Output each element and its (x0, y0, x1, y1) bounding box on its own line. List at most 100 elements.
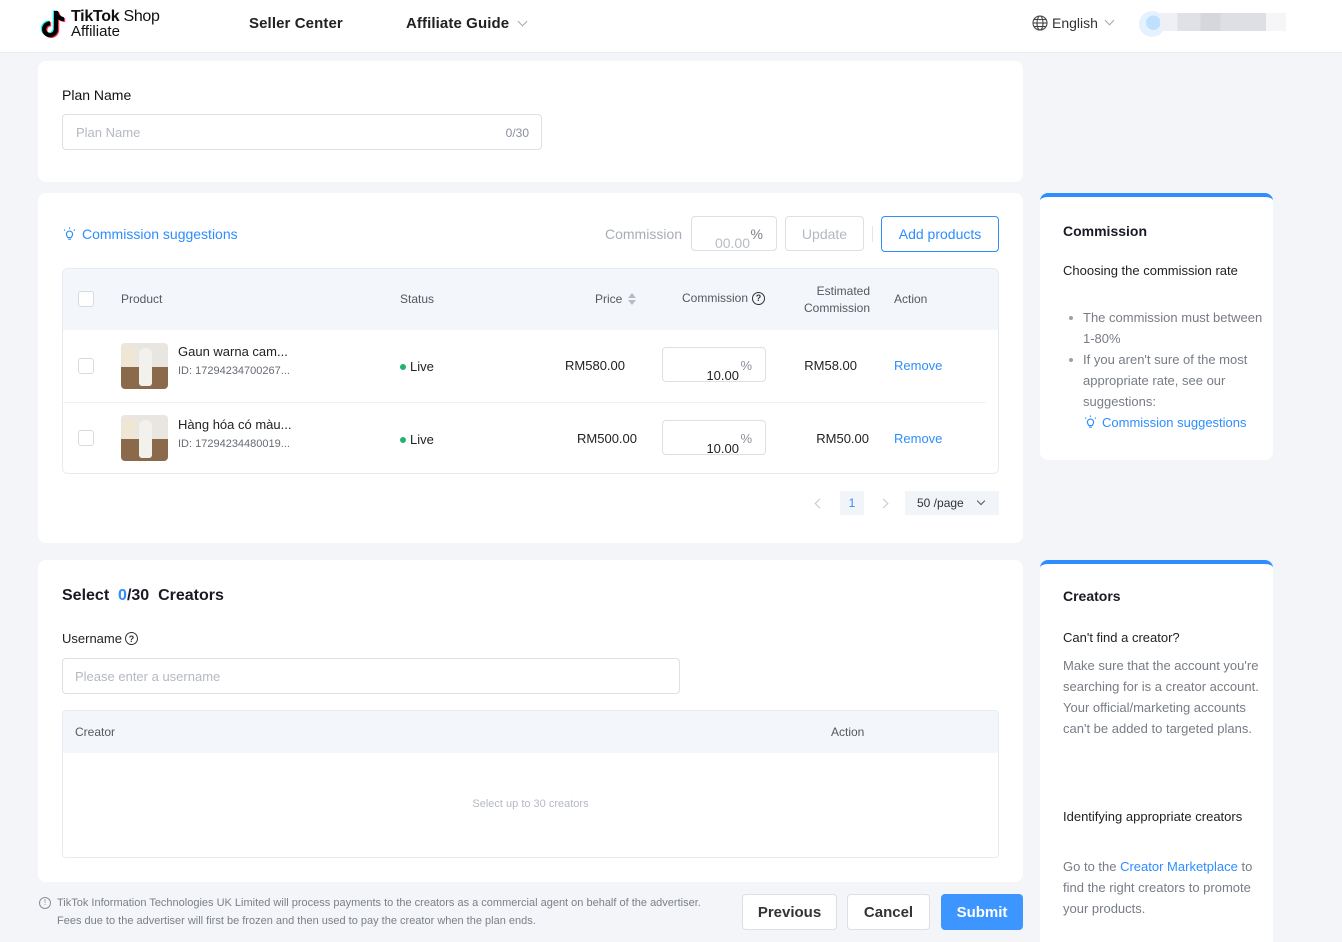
remove-button[interactable]: Remove (894, 431, 942, 446)
commission-suggestions-link[interactable]: Commission suggestions (62, 226, 238, 242)
plan-name-label: Plan Name (62, 87, 132, 103)
creators-help-a2-prefix: Go to the (1063, 859, 1121, 874)
creators-help-title: Creators (1063, 588, 1121, 604)
product-name[interactable]: Gaun warna cam... (178, 344, 288, 359)
product-thumbnail (121, 343, 168, 389)
language-label: English (1052, 15, 1098, 31)
column-price[interactable]: Price (595, 292, 637, 306)
page-size-label: 50 /page (917, 496, 964, 510)
creators-title-suffix: Creators (158, 587, 224, 604)
product-price: RM500.00 (577, 431, 637, 446)
creators-help-a1: Make sure that the account you're search… (1063, 658, 1259, 736)
column-estimated-commission: Estimated Commission (804, 283, 870, 317)
select-all-checkbox[interactable] (78, 291, 94, 307)
tiktok-shop-affiliate-logo[interactable]: TikTok Shop Affiliate (40, 8, 170, 44)
live-dot-icon (400, 436, 406, 443)
user-name-redacted[interactable] (1160, 13, 1286, 31)
toolbar-divider (872, 226, 873, 242)
plan-name-card: Plan Name Plan Name 0/30 (38, 61, 1023, 182)
pagination-page-1[interactable]: 1 (840, 491, 864, 515)
submit-button[interactable]: Submit (941, 894, 1023, 930)
commission-help-list: The commission must between 1-80% If you… (1069, 307, 1269, 433)
globe-icon (1032, 15, 1048, 31)
nav-seller-center[interactable]: Seller Center (249, 15, 343, 32)
commission-rate-value: 10.00 % (706, 358, 752, 383)
row-checkbox[interactable] (78, 430, 94, 446)
creators-selected-count: 0 (118, 587, 127, 604)
add-products-button[interactable]: Add products (881, 216, 999, 252)
column-commission: Commission ? (682, 291, 766, 305)
commission-suggestions-label: Commission suggestions (1102, 415, 1247, 430)
status-badge: Live (400, 432, 434, 447)
username-label: Username ? (62, 631, 138, 646)
previous-button[interactable]: Previous (742, 894, 837, 930)
pagination-prev-button[interactable] (814, 496, 825, 510)
creators-title: Select 0/30 Creators (62, 587, 224, 605)
creators-total-count: /30 (126, 587, 150, 604)
chevron-down-icon (1104, 15, 1115, 26)
creators-title-prefix: Select (62, 587, 110, 604)
product-price: RM580.00 (565, 358, 625, 373)
products-table-header: Product Status Price Commission ? Estima… (63, 269, 998, 330)
top-header: TikTok Shop Affiliate Seller Center Affi… (0, 0, 1342, 53)
products-card: Commission suggestions Commission 00.00 … (38, 193, 1023, 543)
commission-help-bullet: If you aren't sure of the most appropria… (1069, 349, 1269, 412)
column-product: Product (121, 292, 163, 306)
commission-rate-input[interactable]: 10.00 % (662, 420, 766, 456)
plan-name-input[interactable]: Plan Name 0/30 (62, 114, 542, 150)
creators-help-a2: Go to the Creator Marketplace to find th… (1063, 856, 1263, 919)
estimated-commission: RM58.00 (804, 358, 857, 373)
creator-marketplace-link[interactable]: Creator Marketplace (1120, 859, 1238, 874)
nav-affiliate-guide[interactable]: Affiliate Guide (406, 15, 528, 32)
pagination-next-button[interactable] (878, 496, 889, 510)
table-row: Gaun warna cam... ID: 17294234700267... … (63, 330, 986, 403)
plan-name-char-count: 0/30 (505, 126, 529, 140)
chevron-down-icon (517, 16, 528, 26)
help-icon[interactable]: ? (752, 291, 766, 305)
commission-help-bullet: The commission must between 1-80% (1069, 307, 1269, 349)
nav-affiliate-guide-label: Affiliate Guide (406, 15, 510, 32)
commission-help-subtitle: Choosing the commission rate (1063, 263, 1238, 278)
creators-help-panel: Creators Can't find a creator? Make sure… (1040, 560, 1273, 942)
language-selector[interactable]: English (1032, 15, 1115, 31)
creators-help-q1: Can't find a creator? (1063, 630, 1180, 645)
chevron-left-icon (814, 498, 825, 509)
estimated-commission: RM50.00 (816, 431, 869, 446)
help-icon[interactable]: ? (124, 632, 138, 645)
remove-button[interactable]: Remove (894, 358, 942, 373)
column-commission-label: Commission (682, 291, 749, 305)
chevron-down-icon (976, 496, 985, 506)
creators-help-q2: Identifying appropriate creators (1063, 809, 1243, 824)
product-thumbnail (121, 415, 168, 461)
update-button[interactable]: Update (785, 216, 864, 251)
status-label: Live (410, 432, 434, 447)
commission-help-title: Commission (1063, 223, 1148, 239)
page-size-select[interactable]: 50 /page (905, 491, 999, 515)
status-badge: Live (400, 359, 434, 374)
username-input[interactable]: Please enter a username (62, 658, 680, 694)
product-name[interactable]: Hàng hóa có màu... (178, 417, 291, 432)
column-estimated-line2: Commission (803, 301, 870, 315)
creators-table: Creator Action Select up to 30 creators (62, 710, 999, 858)
column-estimated-line1: Estimated (816, 284, 870, 298)
products-table: Product Status Price Commission ? Estima… (62, 268, 999, 474)
creators-table-header: Creator Action (63, 711, 998, 753)
username-label-text: Username (62, 631, 122, 646)
product-id: ID: 17294234480019... (178, 438, 290, 450)
payment-notice-text: TikTok Information Technologies UK Limit… (57, 897, 701, 927)
lightbulb-icon (63, 226, 76, 240)
bulk-commission-label: Commission (605, 226, 683, 242)
row-checkbox[interactable] (78, 358, 94, 374)
cancel-button[interactable]: Cancel (847, 894, 930, 930)
username-placeholder: Please enter a username (75, 669, 221, 684)
commission-rate-value: 10.00 % (706, 431, 752, 456)
chevron-right-icon (878, 498, 889, 509)
column-action: Action (831, 725, 865, 739)
commission-suggestions-link[interactable]: Commission suggestions (1083, 412, 1269, 433)
column-status: Status (400, 292, 435, 306)
bulk-commission-input[interactable]: 00.00 % (691, 216, 777, 251)
info-icon: ! (39, 897, 51, 909)
column-action: Action (894, 292, 928, 306)
commission-rate-input[interactable]: 10.00 % (662, 347, 766, 383)
sort-icon (628, 293, 637, 305)
